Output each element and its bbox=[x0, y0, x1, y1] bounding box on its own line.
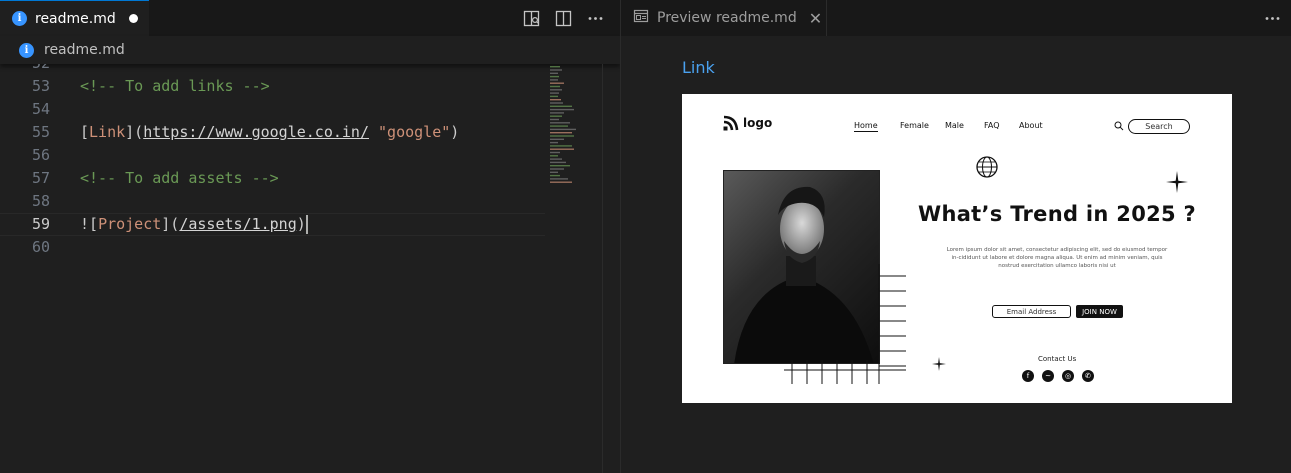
decorative-grid-lines bbox=[784, 264, 906, 384]
info-icon: i bbox=[19, 42, 34, 58]
image-nav-item: Male bbox=[945, 121, 964, 130]
line-number: 58 bbox=[31, 192, 50, 210]
image-logo-text: logo bbox=[743, 116, 773, 130]
code-line: 57 <!-- To add assets --> bbox=[0, 167, 545, 190]
preview-image: logo Home Female Male FAQ About Search W… bbox=[682, 94, 1232, 403]
line-number: 55 bbox=[31, 123, 50, 141]
line-number: 56 bbox=[31, 146, 50, 164]
image-contact-label: Contact Us bbox=[1038, 355, 1077, 363]
line-number: 60 bbox=[31, 238, 50, 256]
image-nav-item: About bbox=[1019, 121, 1043, 130]
image-headline: What’s Trend in 2025 ? bbox=[918, 202, 1197, 226]
code-line: 56 bbox=[0, 144, 545, 167]
line-number: 59 bbox=[31, 215, 50, 233]
code-line: 53 <!-- To add links --> bbox=[0, 75, 545, 98]
image-nav-item: Female bbox=[900, 121, 929, 130]
image-email-field: Email Address bbox=[992, 305, 1071, 318]
text-cursor bbox=[305, 215, 308, 234]
rss-logo-icon bbox=[723, 115, 739, 131]
code-line-current: 59 ![Project](/assets/1.png) bbox=[0, 213, 545, 236]
search-icon bbox=[1114, 121, 1124, 131]
tab-preview[interactable]: Preview readme.md ✕ bbox=[621, 0, 827, 36]
preview-icon bbox=[633, 8, 649, 28]
line-number: 53 bbox=[31, 77, 50, 95]
image-nav-item: Home bbox=[854, 121, 878, 132]
image-join-button: JOIN NOW bbox=[1076, 305, 1123, 318]
sparkle-icon bbox=[932, 357, 946, 371]
preview-actions bbox=[1261, 0, 1283, 36]
split-editor-icon[interactable] bbox=[552, 7, 574, 29]
link-title: "google" bbox=[378, 123, 451, 141]
link-text: Link bbox=[89, 123, 126, 141]
minimap[interactable] bbox=[546, 64, 602, 194]
tab-label: Preview readme.md bbox=[657, 10, 797, 26]
sparkle-icon bbox=[1166, 171, 1188, 193]
code-image-line: ![Project](/assets/1.png) bbox=[80, 215, 308, 234]
whatsapp-icon: ✆ bbox=[1082, 370, 1094, 382]
preview-link[interactable]: Link bbox=[682, 58, 715, 77]
breadcrumb-file[interactable]: readme.md bbox=[44, 42, 125, 58]
preview-tab-bar: Preview readme.md ✕ bbox=[621, 0, 1291, 36]
tab-readme[interactable]: i readme.md bbox=[0, 0, 149, 36]
line-number: 57 bbox=[31, 169, 50, 187]
editor-group: i readme.md i readme.md 52 53 <!-- To ad… bbox=[0, 0, 620, 473]
image-body-text: Lorem ipsum dolor sit amet, consectetur … bbox=[946, 247, 1168, 269]
code-line: 52 bbox=[0, 64, 545, 75]
more-actions-icon[interactable] bbox=[584, 7, 606, 29]
line-number: 54 bbox=[31, 100, 50, 118]
close-icon[interactable]: ✕ bbox=[809, 9, 822, 28]
more-actions-icon[interactable] bbox=[1261, 7, 1283, 29]
code-editor[interactable]: 52 53 <!-- To add links --> 54 55 [Link]… bbox=[0, 64, 620, 473]
messenger-icon: ~ bbox=[1042, 370, 1054, 382]
image-path[interactable]: /assets/1.png bbox=[179, 215, 296, 233]
globe-icon bbox=[976, 156, 998, 178]
image-nav-item: FAQ bbox=[984, 121, 1000, 130]
code-line: 54 bbox=[0, 98, 545, 121]
code-line: 58 bbox=[0, 190, 545, 213]
tab-label: readme.md bbox=[35, 10, 116, 27]
image-logo: logo bbox=[722, 114, 772, 132]
preview-group: Preview readme.md ✕ Link logo Home Femal… bbox=[621, 0, 1291, 473]
code-link-line: [Link](https://www.google.co.in/ "google… bbox=[80, 123, 460, 141]
editor-tab-bar: i readme.md bbox=[0, 0, 620, 36]
image-search-field: Search bbox=[1128, 119, 1190, 134]
code-line: 60 bbox=[0, 236, 545, 259]
breadcrumb: i readme.md bbox=[0, 36, 620, 64]
vertical-scrollbar[interactable] bbox=[602, 64, 616, 473]
code-comment: <!-- To add links --> bbox=[80, 77, 270, 95]
instagram-icon: ◎ bbox=[1062, 370, 1074, 382]
info-icon: i bbox=[12, 11, 27, 26]
line-number: 52 bbox=[0, 64, 50, 75]
link-url[interactable]: https://www.google.co.in/ bbox=[143, 123, 369, 141]
code-comment: <!-- To add assets --> bbox=[80, 169, 279, 187]
facebook-icon: f bbox=[1022, 370, 1034, 382]
image-alt-text: Project bbox=[98, 215, 162, 233]
code-line: 55 [Link](https://www.google.co.in/ "goo… bbox=[0, 121, 545, 144]
editor-actions bbox=[510, 0, 606, 36]
unsaved-dot-icon[interactable] bbox=[128, 14, 138, 23]
open-preview-to-side-icon[interactable] bbox=[520, 7, 542, 29]
